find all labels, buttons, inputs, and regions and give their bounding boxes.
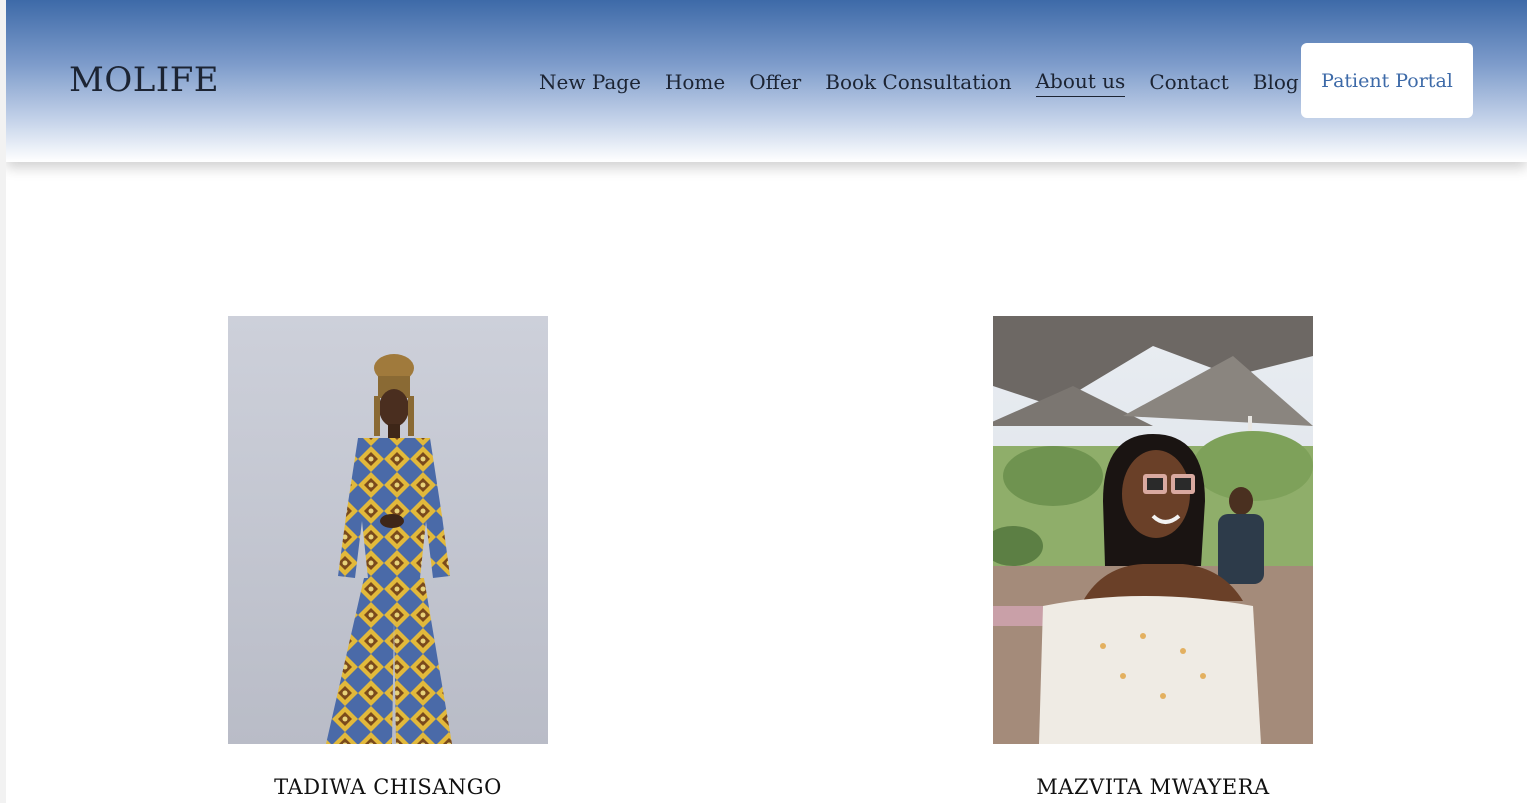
team-member-card: TADIWA CHISANGO	[228, 316, 548, 799]
nav-item-blog[interactable]: Blog	[1253, 67, 1299, 97]
nav-item-new-page[interactable]: New Page	[539, 67, 641, 97]
nav-item-home[interactable]: Home	[665, 67, 725, 97]
nav-item-book-consultation[interactable]: Book Consultation	[825, 67, 1011, 97]
page: MOLIFE New Page Home Offer Book Consulta…	[6, 0, 1527, 803]
team-member-card: MAZVITA MWAYERA	[993, 316, 1313, 799]
team-member-name: TADIWA CHISANGO	[274, 775, 502, 799]
nav-item-about-us[interactable]: About us	[1035, 66, 1126, 97]
nav-item-offer[interactable]: Offer	[749, 67, 801, 97]
patient-portal-button[interactable]: Patient Portal	[1301, 43, 1473, 118]
main-nav: New Page Home Offer Book Consultation Ab…	[539, 66, 1323, 97]
team-member-photo	[993, 316, 1313, 744]
team-member-photo	[228, 316, 548, 744]
team-member-name: MAZVITA MWAYERA	[1036, 775, 1270, 799]
site-logo[interactable]: MOLIFE	[69, 58, 219, 102]
nav-item-contact[interactable]: Contact	[1149, 67, 1228, 97]
site-header: MOLIFE New Page Home Offer Book Consulta…	[6, 0, 1527, 162]
